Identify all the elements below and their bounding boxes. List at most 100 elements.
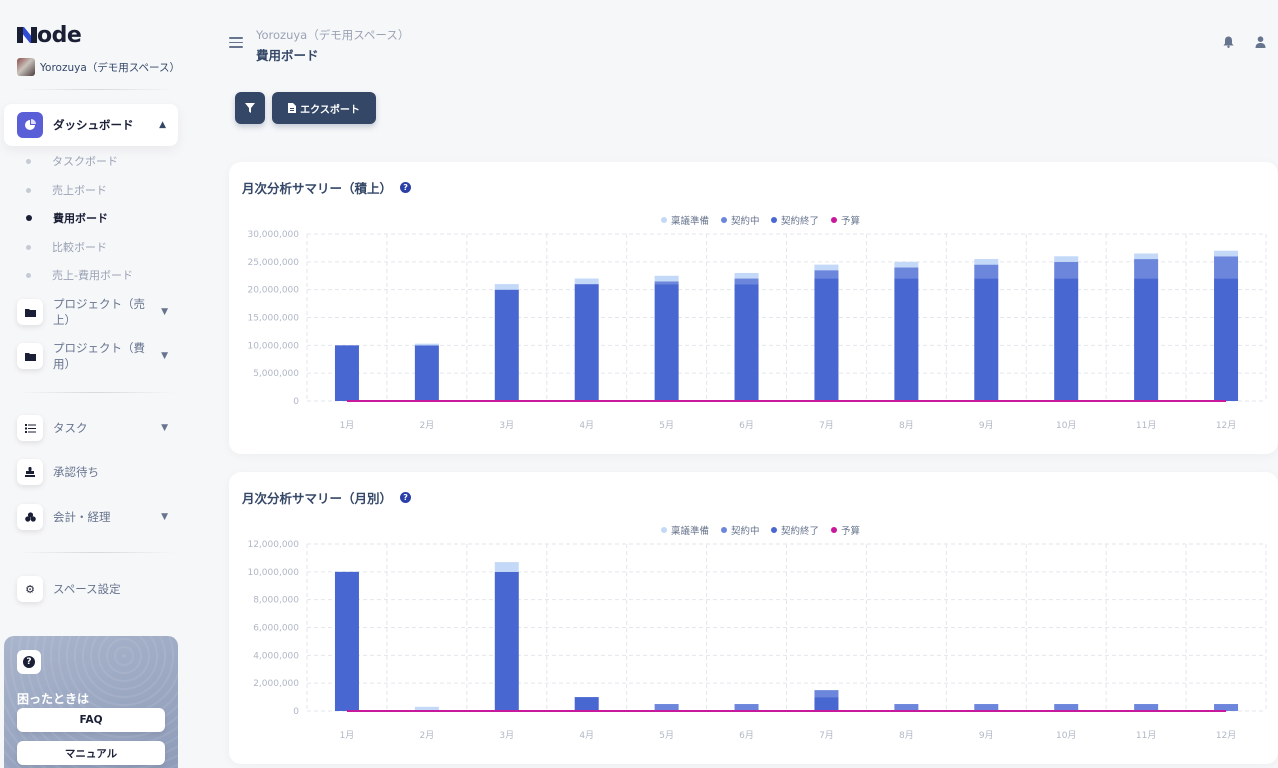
bar-segment[interactable]: [814, 697, 839, 711]
bar-segment[interactable]: [974, 704, 999, 711]
x-tick-label: 10月: [1056, 730, 1076, 741]
bar-segment[interactable]: [1214, 256, 1239, 279]
legend-item[interactable]: 契約中: [721, 215, 760, 227]
app-logo[interactable]: ode: [17, 23, 82, 48]
legend-item[interactable]: 予算: [831, 215, 860, 227]
menu-toggle-icon[interactable]: [229, 37, 243, 48]
bar-segment[interactable]: [974, 264, 999, 279]
sidebar-subitem-label: 比較ボード: [52, 241, 107, 254]
bar-segment[interactable]: [814, 270, 839, 279]
chevron-up-icon: ▲: [159, 120, 166, 130]
sidebar-subitem-task-board[interactable]: タスクボード: [26, 153, 118, 169]
bar-segment[interactable]: [654, 281, 679, 285]
sidebar-subitem-sales-cost-board[interactable]: 売上-費用ボード: [26, 267, 133, 283]
x-tick-label: 11月: [1136, 420, 1156, 431]
bar-segment[interactable]: [894, 704, 919, 711]
sidebar-item-dashboard[interactable]: ダッシュボード ▲: [4, 104, 178, 146]
bar-segment[interactable]: [494, 571, 519, 711]
legend-item[interactable]: 契約終了: [771, 525, 819, 537]
bar-segment[interactable]: [1134, 259, 1159, 279]
bar-segment[interactable]: [814, 690, 839, 698]
bullet-icon: [26, 158, 31, 164]
x-tick-label: 11月: [1136, 730, 1156, 741]
sidebar-subitem-compare-board[interactable]: 比較ボード: [26, 239, 107, 255]
legend-item[interactable]: 予算: [831, 525, 860, 537]
x-tick-label: 5月: [659, 420, 674, 431]
filter-button[interactable]: [235, 92, 265, 124]
bar-segment[interactable]: [654, 275, 679, 282]
y-tick-label: 2,000,000: [253, 679, 299, 689]
legend-swatch: [661, 527, 667, 533]
chevron-down-icon: ▼: [161, 351, 168, 361]
legend-swatch: [771, 217, 777, 223]
legend-item[interactable]: 契約中: [721, 525, 760, 537]
bar-segment[interactable]: [494, 289, 519, 401]
bar-segment[interactable]: [734, 284, 759, 401]
bell-icon[interactable]: [1221, 35, 1235, 49]
bar-segment[interactable]: [574, 284, 599, 401]
bar-segment[interactable]: [1214, 250, 1239, 257]
sidebar-item-label: タスク: [53, 421, 88, 435]
bar-segment[interactable]: [734, 272, 759, 279]
sidebar-item-accounting[interactable]: 会計・経理 ▼: [17, 504, 172, 530]
bar-segment[interactable]: [334, 571, 359, 711]
user-icon[interactable]: [1253, 35, 1267, 49]
bar-segment[interactable]: [334, 345, 359, 401]
bar-segment[interactable]: [974, 259, 999, 265]
folder-icon: [17, 343, 43, 369]
sidebar-item-tasks[interactable]: タスク ▼: [17, 415, 172, 441]
export-button[interactable]: エクスポート: [272, 92, 376, 124]
bar-segment[interactable]: [1134, 704, 1159, 711]
bar-segment[interactable]: [414, 345, 439, 401]
bar-segment[interactable]: [1134, 253, 1159, 260]
legend-item[interactable]: 稟議準備: [661, 215, 709, 227]
bar-segment[interactable]: [414, 343, 439, 346]
sidebar-subitem-sales-board[interactable]: 売上ボード: [26, 182, 107, 198]
sidebar-item-approvals[interactable]: 承認待ち: [17, 459, 172, 485]
y-tick-label: 10,000,000: [247, 568, 299, 578]
bar-segment[interactable]: [734, 704, 759, 711]
coins-icon: [17, 504, 43, 530]
bar-segment[interactable]: [814, 264, 839, 271]
y-tick-label: 4,000,000: [253, 651, 299, 661]
legend-label: 契約終了: [781, 525, 819, 537]
sidebar-item-projects-cost[interactable]: プロジェクト（費用） ▼: [17, 341, 172, 371]
sidebar-item-projects-sales[interactable]: プロジェクト（売上） ▼: [17, 297, 172, 327]
bar-segment[interactable]: [494, 284, 519, 290]
bar-segment[interactable]: [1054, 256, 1079, 262]
x-tick-label: 8月: [899, 420, 914, 431]
legend-item[interactable]: 契約終了: [771, 215, 819, 227]
bar-segment[interactable]: [894, 261, 919, 268]
bar-segment[interactable]: [574, 278, 599, 285]
bar-segment[interactable]: [1214, 278, 1239, 401]
bar-segment[interactable]: [894, 278, 919, 401]
bar-segment[interactable]: [494, 562, 519, 572]
bar-segment[interactable]: [1054, 704, 1079, 711]
bar-segment[interactable]: [654, 704, 679, 711]
y-tick-label: 25,000,000: [247, 258, 299, 268]
manual-button[interactable]: マニュアル: [17, 741, 165, 765]
bar-segment[interactable]: [1214, 704, 1239, 711]
bar-segment[interactable]: [974, 278, 999, 401]
x-tick-label: 3月: [499, 730, 514, 741]
bar-segment[interactable]: [1054, 261, 1079, 279]
bullet-icon: [26, 244, 31, 250]
bar-segment[interactable]: [1054, 278, 1079, 401]
bar-segment[interactable]: [814, 278, 839, 401]
page-title: 費用ボード: [256, 48, 319, 63]
bar-segment[interactable]: [1134, 278, 1159, 401]
divider: [17, 552, 175, 553]
legend-item[interactable]: 稟議準備: [661, 525, 709, 537]
sidebar-subitem-cost-board[interactable]: 費用ボード: [26, 210, 108, 226]
workspace-switcher[interactable]: Yorozuya（デモ用スペース）: [17, 58, 180, 76]
bullet-icon: [26, 187, 31, 193]
bar-segment[interactable]: [734, 278, 759, 285]
faq-button[interactable]: FAQ: [17, 708, 165, 732]
bar-segment[interactable]: [574, 697, 599, 711]
bar-segment[interactable]: [654, 284, 679, 401]
breadcrumb[interactable]: Yorozuya（デモ用スペース）: [256, 27, 409, 43]
x-tick-label: 4月: [579, 730, 594, 741]
x-tick-label: 3月: [499, 420, 514, 431]
sidebar-item-space-settings[interactable]: ⚙ スペース設定: [17, 576, 172, 602]
bar-segment[interactable]: [894, 267, 919, 279]
